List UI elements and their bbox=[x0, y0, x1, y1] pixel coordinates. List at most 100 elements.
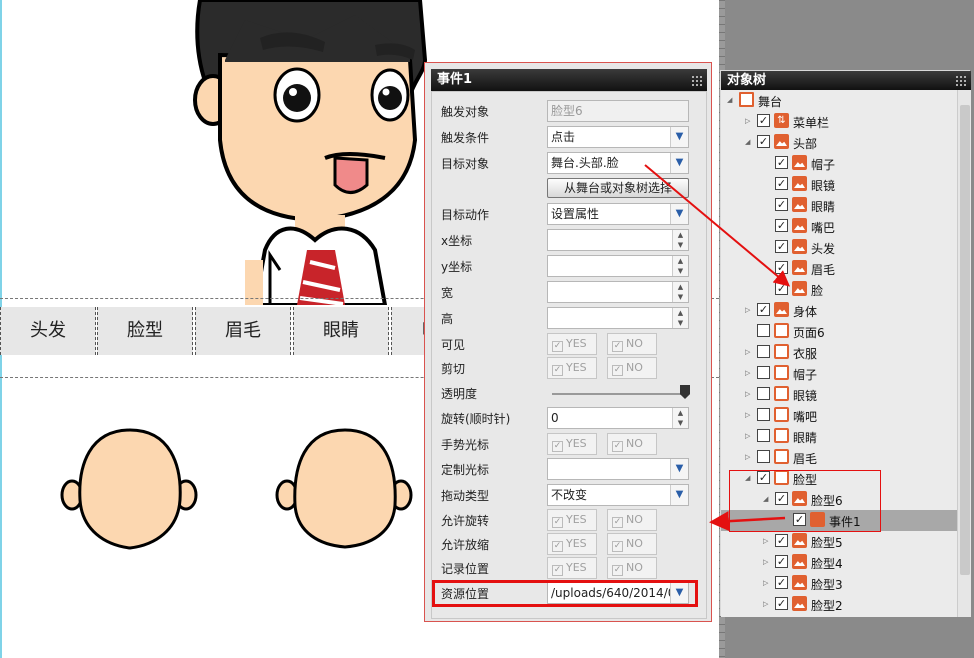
tree-item[interactable]: ✓ 帽子 bbox=[721, 153, 957, 174]
visibility-checkbox[interactable]: ✓ bbox=[757, 114, 770, 127]
tree-item[interactable]: ✓ 眼镜 bbox=[721, 174, 957, 195]
collapsed-arrow-icon[interactable]: ▷ bbox=[745, 369, 750, 377]
tree-item[interactable]: ✓ 嘴巴 bbox=[721, 216, 957, 237]
expanded-arrow-icon[interactable]: ◢ bbox=[745, 138, 750, 146]
stepper-icon[interactable]: ▲ ▼ bbox=[672, 282, 688, 302]
no-checkbox[interactable]: ✓ NO bbox=[607, 509, 657, 531]
chevron-down-icon[interactable]: ▼ bbox=[670, 204, 688, 224]
stepper-icon[interactable]: ▲ ▼ bbox=[672, 256, 688, 276]
collapsed-arrow-icon[interactable]: ▷ bbox=[745, 453, 750, 461]
cartoon-character-image[interactable] bbox=[185, 0, 445, 305]
property-input[interactable]: 0 ▲ ▼ bbox=[547, 407, 689, 429]
property-input[interactable]: ▲ ▼ bbox=[547, 229, 689, 251]
property-select[interactable]: 设置属性 ▼ bbox=[547, 203, 689, 225]
chevron-down-icon[interactable]: ▼ bbox=[670, 485, 688, 505]
collapsed-arrow-icon[interactable]: ▷ bbox=[763, 558, 768, 566]
tree-item[interactable]: ▷ 帽子 bbox=[721, 363, 957, 384]
yes-checkbox[interactable]: ✓ YES bbox=[547, 509, 597, 531]
tree-scrollbar[interactable] bbox=[957, 90, 971, 617]
property-input[interactable]: ▲ ▼ bbox=[547, 281, 689, 303]
opacity-slider-track[interactable] bbox=[552, 393, 686, 395]
chevron-down-icon[interactable]: ▼ bbox=[670, 459, 688, 479]
tree-item[interactable]: ▷ ✓ 脸型3 bbox=[721, 573, 957, 594]
tree-item[interactable]: ▷ 衣服 bbox=[721, 342, 957, 363]
collapsed-arrow-icon[interactable]: ▷ bbox=[745, 117, 750, 125]
visibility-checkbox[interactable] bbox=[757, 387, 770, 400]
grip-icon[interactable] bbox=[955, 75, 967, 86]
collapsed-arrow-icon[interactable]: ▷ bbox=[745, 390, 750, 398]
visibility-checkbox[interactable]: ✓ bbox=[757, 135, 770, 148]
yes-checkbox[interactable]: ✓ YES bbox=[547, 557, 597, 579]
visibility-checkbox[interactable]: ✓ bbox=[775, 198, 788, 211]
tree-item[interactable]: ✓ 眉毛 bbox=[721, 258, 957, 279]
tree-item[interactable]: 页面6 bbox=[721, 321, 957, 342]
collapsed-arrow-icon[interactable]: ▷ bbox=[745, 411, 750, 419]
visibility-checkbox[interactable]: ✓ bbox=[775, 555, 788, 568]
visibility-checkbox[interactable]: ✓ bbox=[775, 534, 788, 547]
property-select[interactable]: 不改变 ▼ bbox=[547, 484, 689, 506]
visibility-checkbox[interactable] bbox=[757, 366, 770, 379]
chevron-down-icon[interactable]: ▼ bbox=[670, 127, 688, 147]
no-checkbox[interactable]: ✓ NO bbox=[607, 333, 657, 355]
visibility-checkbox[interactable]: ✓ bbox=[775, 219, 788, 232]
visibility-checkbox[interactable]: ✓ bbox=[775, 261, 788, 274]
yes-checkbox[interactable]: ✓ YES bbox=[547, 533, 597, 555]
collapsed-arrow-icon[interactable]: ▷ bbox=[763, 600, 768, 608]
tree-item[interactable]: ▷ 眼睛 bbox=[721, 426, 957, 447]
expanded-arrow-icon[interactable]: ◢ bbox=[727, 96, 732, 104]
scrollbar-thumb[interactable] bbox=[960, 105, 970, 575]
tree-item[interactable]: ▷ 嘴吧 bbox=[721, 405, 957, 426]
tree-item[interactable]: ▷ 眼镜 bbox=[721, 384, 957, 405]
tab-mouth[interactable]: 嘴 bbox=[391, 307, 427, 355]
tree-item[interactable]: ▷ ✓ 脸型5 bbox=[721, 531, 957, 552]
tree-item[interactable]: ▷ ✓ 脸型2 bbox=[721, 594, 957, 615]
visibility-checkbox[interactable] bbox=[757, 429, 770, 442]
collapsed-arrow-icon[interactable]: ▷ bbox=[745, 348, 750, 356]
visibility-checkbox[interactable]: ✓ bbox=[775, 156, 788, 169]
tab-eyebrows[interactable]: 眉毛 bbox=[195, 307, 291, 355]
collapsed-arrow-icon[interactable]: ▷ bbox=[745, 432, 750, 440]
visibility-checkbox[interactable] bbox=[757, 408, 770, 421]
collapsed-arrow-icon[interactable]: ▷ bbox=[763, 537, 768, 545]
pick-from-stage-button[interactable]: 从舞台或对象树选择 bbox=[547, 178, 689, 198]
visibility-checkbox[interactable]: ✓ bbox=[775, 576, 788, 589]
visibility-checkbox[interactable]: ✓ bbox=[775, 282, 788, 295]
tree-item[interactable]: ◢ 舞台 bbox=[721, 90, 957, 111]
visibility-checkbox[interactable] bbox=[757, 324, 770, 337]
visibility-checkbox[interactable]: ✓ bbox=[775, 240, 788, 253]
grip-icon[interactable] bbox=[691, 75, 703, 86]
visibility-checkbox[interactable]: ✓ bbox=[775, 177, 788, 190]
yes-checkbox[interactable]: ✓ YES bbox=[547, 433, 597, 455]
no-checkbox[interactable]: ✓ NO bbox=[607, 533, 657, 555]
stepper-icon[interactable]: ▲ ▼ bbox=[672, 308, 688, 328]
tab-eyes[interactable]: 眼睛 bbox=[293, 307, 389, 355]
property-input[interactable]: ▲ ▼ bbox=[547, 255, 689, 277]
yes-checkbox[interactable]: ✓ YES bbox=[547, 357, 597, 379]
tree-item[interactable]: ▷ ✓ 脸型4 bbox=[721, 552, 957, 573]
visibility-checkbox[interactable] bbox=[757, 450, 770, 463]
property-select[interactable]: 舞台.头部.脸 ▼ bbox=[547, 152, 689, 174]
collapsed-arrow-icon[interactable]: ▷ bbox=[763, 579, 768, 587]
property-select[interactable]: 点击 ▼ bbox=[547, 126, 689, 148]
stepper-icon[interactable]: ▲ ▼ bbox=[672, 230, 688, 250]
tree-item[interactable]: ▷ ✓ 身体 bbox=[721, 300, 957, 321]
property-select[interactable]: ▼ bbox=[547, 458, 689, 480]
visibility-checkbox[interactable]: ✓ bbox=[757, 303, 770, 316]
tree-title-bar[interactable]: 对象树 bbox=[721, 71, 971, 90]
tree-item[interactable]: ✓ 脸 bbox=[721, 279, 957, 300]
chevron-down-icon[interactable]: ▼ bbox=[670, 153, 688, 173]
tree-item[interactable]: ▷ ✓ ⇅ 菜单栏 bbox=[721, 111, 957, 132]
property-input[interactable]: ▲ ▼ bbox=[547, 307, 689, 329]
panel-title-bar[interactable]: 事件1 bbox=[431, 69, 707, 91]
visibility-checkbox[interactable] bbox=[757, 345, 770, 358]
tab-hair[interactable]: 头发 bbox=[0, 307, 96, 355]
tree-item[interactable]: ✓ 眼睛 bbox=[721, 195, 957, 216]
no-checkbox[interactable]: ✓ NO bbox=[607, 433, 657, 455]
tab-face-shape[interactable]: 脸型 bbox=[97, 307, 193, 355]
tree-item[interactable]: ▷ 眉毛 bbox=[721, 447, 957, 468]
no-checkbox[interactable]: ✓ NO bbox=[607, 557, 657, 579]
tree-item[interactable]: ◢ ✓ 头部 bbox=[721, 132, 957, 153]
no-checkbox[interactable]: ✓ NO bbox=[607, 357, 657, 379]
visibility-checkbox[interactable]: ✓ bbox=[775, 597, 788, 610]
opacity-slider-handle[interactable] bbox=[680, 385, 690, 399]
